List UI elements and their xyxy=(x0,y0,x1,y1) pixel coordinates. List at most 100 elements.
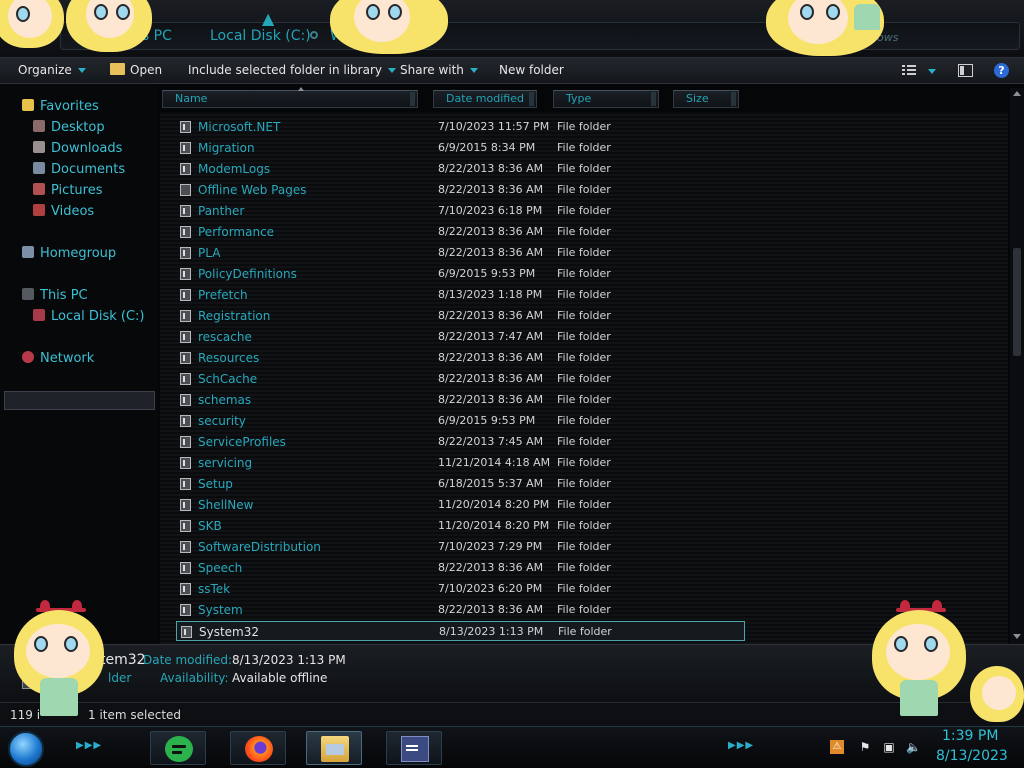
file-name: Registration xyxy=(198,309,271,323)
clock-date[interactable]: 8/13/2023 xyxy=(936,748,1008,764)
file-row[interactable]: Migration 6/9/2015 8:34 PM File folder xyxy=(176,138,746,158)
file-type: File folder xyxy=(557,561,611,574)
file-row[interactable]: Setup 6/18/2015 5:37 AM File folder xyxy=(176,474,746,494)
new-folder-button[interactable]: New folder xyxy=(499,63,564,77)
volume-icon[interactable]: 🔈 xyxy=(906,740,921,754)
organize-button[interactable]: Organize xyxy=(18,63,86,77)
file-row[interactable]: ModemLogs 8/22/2013 8:36 AM File folder xyxy=(176,159,746,179)
flag-icon[interactable]: ⚑ xyxy=(858,740,872,754)
videos-icon xyxy=(33,204,45,216)
column-resize-handle[interactable] xyxy=(731,92,736,106)
column-header-size[interactable]: Size xyxy=(673,90,739,108)
open-button[interactable]: Open xyxy=(110,63,162,77)
file-name: Setup xyxy=(198,477,233,491)
nav-this-pc[interactable]: This PC xyxy=(22,288,88,303)
nav-label: Homegroup xyxy=(40,246,117,261)
file-row[interactable]: ssTek 7/10/2023 6:20 PM File folder xyxy=(176,579,746,599)
file-row[interactable]: ServiceProfiles 8/22/2013 7:45 AM File fol… xyxy=(176,432,746,452)
file-row[interactable]: rescache 8/22/2013 7:47 AM File folder xyxy=(176,327,746,347)
file-row[interactable]: SchCache 8/22/2013 8:36 AM File folder xyxy=(176,369,746,389)
file-date-modified: 8/22/2013 8:36 AM xyxy=(438,246,544,259)
scroll-down-icon[interactable] xyxy=(1013,634,1021,639)
file-row[interactable]: System32 8/13/2023 1:13 PM File folder xyxy=(176,621,745,641)
taskbar-file-explorer[interactable] xyxy=(306,731,362,765)
nav-local-disk[interactable]: Local Disk (C:) xyxy=(33,309,144,324)
column-resize-handle[interactable] xyxy=(651,92,656,106)
file-row[interactable]: PLA 8/22/2013 8:36 AM File folder xyxy=(176,243,746,263)
file-row[interactable]: Registration 8/22/2013 8:36 AM File folder xyxy=(176,306,746,326)
help-icon[interactable]: ? xyxy=(994,63,1009,78)
folder-icon xyxy=(180,604,191,616)
column-header-name[interactable]: Name xyxy=(162,90,418,108)
taskbar-ornament: ▶▶▶ xyxy=(728,740,755,751)
include-in-library-button[interactable]: Include selected folder in library xyxy=(188,63,396,77)
file-row[interactable]: security 6/9/2015 9:53 PM File folder xyxy=(176,411,746,431)
nav-network[interactable]: Network xyxy=(22,351,94,366)
nav-videos[interactable]: Videos xyxy=(33,204,94,219)
file-type: File folder xyxy=(557,372,611,385)
nav-downloads[interactable]: Downloads xyxy=(33,141,122,156)
window-app-icon xyxy=(401,736,429,762)
file-type: File folder xyxy=(557,141,611,154)
share-with-button[interactable]: Share with xyxy=(400,63,478,77)
file-date-modified: 6/9/2015 8:34 PM xyxy=(438,141,536,154)
breadcrumb-local-disk[interactable]: Local Disk (C:) xyxy=(210,28,311,44)
file-date-modified: 7/10/2023 6:20 PM xyxy=(438,582,543,595)
file-type: File folder xyxy=(557,456,611,469)
tray-app-icon[interactable]: ⚠ xyxy=(830,740,844,754)
nav-favorites[interactable]: Favorites xyxy=(22,99,99,114)
taskbar-firefox[interactable] xyxy=(230,731,286,765)
file-type: File folder xyxy=(557,582,611,595)
file-row[interactable]: Resources 8/22/2013 8:36 AM File folder xyxy=(176,348,746,368)
file-row[interactable]: System 8/22/2013 8:36 AM File folder xyxy=(176,600,746,620)
file-row[interactable]: ShellNew 11/20/2014 8:20 PM File folder xyxy=(176,495,746,515)
file-date-modified: 8/22/2013 8:36 AM xyxy=(438,561,544,574)
file-row[interactable]: Microsoft.NET 7/10/2023 11:57 PM File fold… xyxy=(176,117,746,137)
nav-pictures[interactable]: Pictures xyxy=(33,183,102,198)
file-date-modified: 11/20/2014 8:20 PM xyxy=(438,519,550,532)
file-row[interactable]: Prefetch 8/13/2023 1:18 PM File folder xyxy=(176,285,746,305)
nav-desktop[interactable]: Desktop xyxy=(33,120,105,135)
file-row[interactable]: Performance 8/22/2013 8:36 AM File folder xyxy=(176,222,746,242)
file-row[interactable]: Offline Web Pages 8/22/2013 8:36 AM File f… xyxy=(176,180,746,200)
scroll-thumb[interactable] xyxy=(1013,248,1021,356)
file-row[interactable]: Panther 7/10/2023 6:18 PM File folder xyxy=(176,201,746,221)
taskbar-ornament: ▶▶▶ xyxy=(76,740,103,751)
file-type: File folder xyxy=(557,288,611,301)
file-name: ServiceProfiles xyxy=(198,435,286,449)
file-row[interactable]: SKB 11/20/2014 8:20 PM File folder xyxy=(176,516,746,536)
taskbar-window-app[interactable] xyxy=(386,731,442,765)
file-name: ssTek xyxy=(198,582,231,596)
vertical-scrollbar[interactable] xyxy=(1010,88,1024,644)
scroll-up-icon[interactable] xyxy=(1013,91,1021,96)
file-row[interactable]: Speech 8/22/2013 8:36 AM File folder xyxy=(176,558,746,578)
file-name: servicing xyxy=(198,456,253,470)
start-button[interactable] xyxy=(8,731,44,767)
network-tray-icon[interactable]: ▣ xyxy=(882,740,896,754)
nav-homegroup[interactable]: Homegroup xyxy=(22,246,116,261)
view-chevron-down-icon[interactable] xyxy=(928,69,936,74)
column-header-type[interactable]: Type xyxy=(553,90,659,108)
file-name: Microsoft.NET xyxy=(198,120,281,134)
nav-documents[interactable]: Documents xyxy=(33,162,125,177)
folder-icon xyxy=(180,394,191,406)
file-row[interactable]: schemas 8/22/2013 8:36 AM File folder xyxy=(176,390,746,410)
file-row[interactable]: servicing 11/21/2014 4:18 AM File folder xyxy=(176,453,746,473)
preview-pane-icon[interactable] xyxy=(958,64,973,77)
clock-time[interactable]: 1:39 PM xyxy=(942,728,998,744)
file-type: File folder xyxy=(557,204,611,217)
file-date-modified: 7/10/2023 11:57 PM xyxy=(438,120,550,133)
file-row[interactable]: PolicyDefinitions 6/9/2015 9:53 PM File fo… xyxy=(176,264,746,284)
file-date-modified: 8/22/2013 8:36 AM xyxy=(438,162,544,175)
file-row[interactable]: SoftwareDistribution 7/10/2023 7:29 PM Fil… xyxy=(176,537,746,557)
column-header-date[interactable]: Date modified xyxy=(433,90,537,108)
file-name: ModemLogs xyxy=(198,162,271,176)
column-header-label: Date modified xyxy=(446,92,524,105)
column-resize-handle[interactable] xyxy=(529,92,534,106)
folder-icon xyxy=(180,436,191,448)
view-options-icon[interactable] xyxy=(902,64,916,76)
column-resize-handle[interactable] xyxy=(410,92,415,106)
file-type: File folder xyxy=(557,519,611,532)
taskbar-notes-app[interactable] xyxy=(150,731,206,765)
breadcrumb-separator-icon[interactable] xyxy=(310,31,318,39)
